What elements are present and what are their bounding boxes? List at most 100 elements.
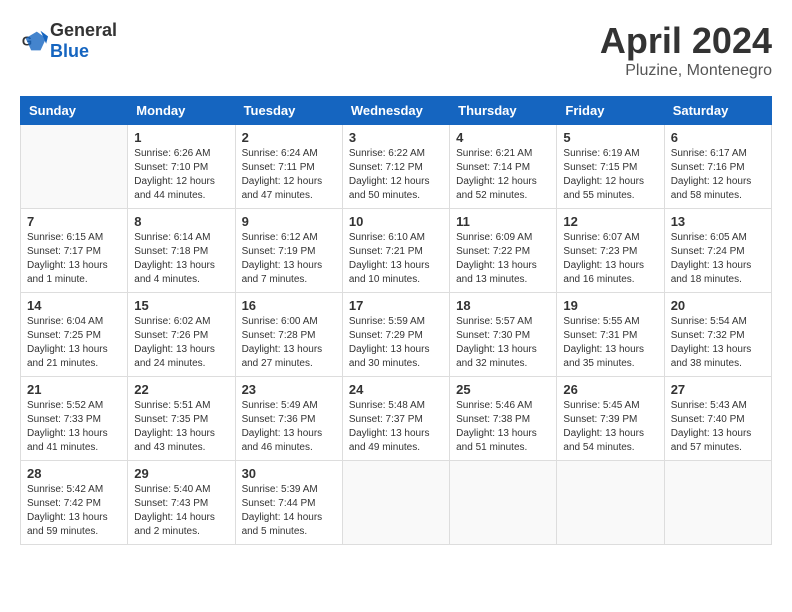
day-number: 19 [563, 298, 657, 313]
day-number: 4 [456, 130, 550, 145]
day-info: Sunrise: 6:02 AM Sunset: 7:26 PM Dayligh… [134, 315, 228, 371]
day-info: Sunrise: 5:52 AM Sunset: 7:33 PM Dayligh… [27, 399, 121, 455]
day-number: 13 [671, 214, 765, 229]
calendar-day-cell: 30Sunrise: 5:39 AM Sunset: 7:44 PM Dayli… [235, 461, 342, 545]
calendar-header-cell: Saturday [664, 97, 771, 125]
day-info: Sunrise: 5:45 AM Sunset: 7:39 PM Dayligh… [563, 399, 657, 455]
calendar-day-cell: 21Sunrise: 5:52 AM Sunset: 7:33 PM Dayli… [21, 377, 128, 461]
calendar-day-cell: 16 Sunrise: 6:00 AM Sunset: 7:28 PM Dayli… [235, 293, 342, 377]
day-number: 7 [27, 214, 121, 229]
day-number: 29 [134, 466, 228, 481]
day-info: Sunrise: 5:59 AM Sunset: 7:29 PM Dayligh… [349, 315, 443, 371]
logo: G General Blue [20, 20, 117, 62]
day-number: 2 [242, 130, 336, 145]
calendar-day-cell [450, 461, 557, 545]
calendar-day-cell: 15 Sunrise: 6:02 AM Sunset: 7:26 PM Dayli… [128, 293, 235, 377]
day-number: 24 [349, 382, 443, 397]
day-info: Sunrise: 6:04 AM Sunset: 7:25 PM Dayligh… [27, 315, 121, 371]
day-number: 6 [671, 130, 765, 145]
calendar-day-cell: 23Sunrise: 5:49 AM Sunset: 7:36 PM Dayli… [235, 377, 342, 461]
calendar-day-cell: 6 Sunrise: 6:17 AM Sunset: 7:16 PM Daylig… [664, 125, 771, 209]
day-info: Sunrise: 5:55 AM Sunset: 7:31 PM Dayligh… [563, 315, 657, 371]
day-number: 17 [349, 298, 443, 313]
calendar-day-cell: 27 Sunrise: 5:43 AM Sunset: 7:40 PM Dayli… [664, 377, 771, 461]
calendar-table: SundayMondayTuesdayWednesdayThursdayFrid… [20, 96, 772, 545]
calendar-week-row: 14 Sunrise: 6:04 AM Sunset: 7:25 PM Dayli… [21, 293, 772, 377]
calendar-day-cell: 20 Sunrise: 5:54 AM Sunset: 7:32 PM Dayli… [664, 293, 771, 377]
day-info: Sunrise: 5:40 AM Sunset: 7:43 PM Dayligh… [134, 483, 228, 539]
calendar-header-cell: Sunday [21, 97, 128, 125]
day-info: Sunrise: 5:39 AM Sunset: 7:44 PM Dayligh… [242, 483, 336, 539]
day-info: Sunrise: 5:54 AM Sunset: 7:32 PM Dayligh… [671, 315, 765, 371]
day-info: Sunrise: 6:26 AM Sunset: 7:10 PM Dayligh… [134, 147, 228, 203]
calendar-day-cell: 1Sunrise: 6:26 AM Sunset: 7:10 PM Daylig… [128, 125, 235, 209]
calendar-week-row: 1Sunrise: 6:26 AM Sunset: 7:10 PM Daylig… [21, 125, 772, 209]
calendar-day-cell [21, 125, 128, 209]
logo-general: General [50, 20, 117, 40]
calendar-day-cell: 26 Sunrise: 5:45 AM Sunset: 7:39 PM Dayli… [557, 377, 664, 461]
title-block: April 2024 Pluzine, Montenegro [600, 20, 772, 80]
day-number: 26 [563, 382, 657, 397]
calendar-header-cell: Monday [128, 97, 235, 125]
logo-icon: G [20, 27, 48, 55]
day-info: Sunrise: 6:10 AM Sunset: 7:21 PM Dayligh… [349, 231, 443, 287]
calendar-day-cell: 29 Sunrise: 5:40 AM Sunset: 7:43 PM Dayli… [128, 461, 235, 545]
calendar-day-cell: 11 Sunrise: 6:09 AM Sunset: 7:22 PM Dayli… [450, 209, 557, 293]
day-info: Sunrise: 6:07 AM Sunset: 7:23 PM Dayligh… [563, 231, 657, 287]
day-number: 15 [134, 298, 228, 313]
day-info: Sunrise: 6:17 AM Sunset: 7:16 PM Dayligh… [671, 147, 765, 203]
day-number: 16 [242, 298, 336, 313]
calendar-day-cell: 3Sunrise: 6:22 AM Sunset: 7:12 PM Daylig… [342, 125, 449, 209]
calendar-day-cell: 18 Sunrise: 5:57 AM Sunset: 7:30 PM Dayli… [450, 293, 557, 377]
day-number: 14 [27, 298, 121, 313]
calendar-header-cell: Thursday [450, 97, 557, 125]
calendar-day-cell: 5 Sunrise: 6:19 AM Sunset: 7:15 PM Daylig… [557, 125, 664, 209]
calendar-day-cell: 28 Sunrise: 5:42 AM Sunset: 7:42 PM Dayli… [21, 461, 128, 545]
day-info: Sunrise: 5:42 AM Sunset: 7:42 PM Dayligh… [27, 483, 121, 539]
day-number: 20 [671, 298, 765, 313]
day-number: 18 [456, 298, 550, 313]
day-number: 11 [456, 214, 550, 229]
calendar-day-cell: 25Sunrise: 5:46 AM Sunset: 7:38 PM Dayli… [450, 377, 557, 461]
calendar-day-cell: 8Sunrise: 6:14 AM Sunset: 7:18 PM Daylig… [128, 209, 235, 293]
day-info: Sunrise: 5:57 AM Sunset: 7:30 PM Dayligh… [456, 315, 550, 371]
day-number: 28 [27, 466, 121, 481]
day-info: Sunrise: 6:15 AM Sunset: 7:17 PM Dayligh… [27, 231, 121, 287]
day-number: 5 [563, 130, 657, 145]
calendar-day-cell: 12 Sunrise: 6:07 AM Sunset: 7:23 PM Dayli… [557, 209, 664, 293]
day-info: Sunrise: 6:12 AM Sunset: 7:19 PM Dayligh… [242, 231, 336, 287]
calendar-day-cell: 13 Sunrise: 6:05 AM Sunset: 7:24 PM Dayli… [664, 209, 771, 293]
day-number: 10 [349, 214, 443, 229]
day-info: Sunrise: 5:48 AM Sunset: 7:37 PM Dayligh… [349, 399, 443, 455]
day-number: 3 [349, 130, 443, 145]
calendar-day-cell [342, 461, 449, 545]
day-info: Sunrise: 6:09 AM Sunset: 7:22 PM Dayligh… [456, 231, 550, 287]
day-info: Sunrise: 6:05 AM Sunset: 7:24 PM Dayligh… [671, 231, 765, 287]
calendar-week-row: 21Sunrise: 5:52 AM Sunset: 7:33 PM Dayli… [21, 377, 772, 461]
day-info: Sunrise: 6:19 AM Sunset: 7:15 PM Dayligh… [563, 147, 657, 203]
calendar-day-cell: 17 Sunrise: 5:59 AM Sunset: 7:29 PM Dayli… [342, 293, 449, 377]
calendar-header-cell: Tuesday [235, 97, 342, 125]
day-info: Sunrise: 6:24 AM Sunset: 7:11 PM Dayligh… [242, 147, 336, 203]
calendar-day-cell: 19 Sunrise: 5:55 AM Sunset: 7:31 PM Dayli… [557, 293, 664, 377]
calendar-day-cell: 4Sunrise: 6:21 AM Sunset: 7:14 PM Daylig… [450, 125, 557, 209]
day-info: Sunrise: 5:49 AM Sunset: 7:36 PM Dayligh… [242, 399, 336, 455]
page-header: G General Blue April 2024 Pluzine, Monte… [20, 20, 772, 80]
calendar-day-cell: 2 Sunrise: 6:24 AM Sunset: 7:11 PM Daylig… [235, 125, 342, 209]
day-number: 12 [563, 214, 657, 229]
day-info: Sunrise: 6:00 AM Sunset: 7:28 PM Dayligh… [242, 315, 336, 371]
calendar-day-cell [557, 461, 664, 545]
calendar-day-cell: 22 Sunrise: 5:51 AM Sunset: 7:35 PM Dayli… [128, 377, 235, 461]
day-info: Sunrise: 6:14 AM Sunset: 7:18 PM Dayligh… [134, 231, 228, 287]
logo-text: General Blue [50, 20, 117, 62]
day-number: 22 [134, 382, 228, 397]
day-info: Sunrise: 5:43 AM Sunset: 7:40 PM Dayligh… [671, 399, 765, 455]
calendar-body: 1Sunrise: 6:26 AM Sunset: 7:10 PM Daylig… [21, 125, 772, 545]
calendar-header-row: SundayMondayTuesdayWednesdayThursdayFrid… [21, 97, 772, 125]
calendar-day-cell: 24 Sunrise: 5:48 AM Sunset: 7:37 PM Dayli… [342, 377, 449, 461]
day-number: 27 [671, 382, 765, 397]
day-info: Sunrise: 5:46 AM Sunset: 7:38 PM Dayligh… [456, 399, 550, 455]
calendar-day-cell [664, 461, 771, 545]
day-info: Sunrise: 5:51 AM Sunset: 7:35 PM Dayligh… [134, 399, 228, 455]
day-number: 9 [242, 214, 336, 229]
